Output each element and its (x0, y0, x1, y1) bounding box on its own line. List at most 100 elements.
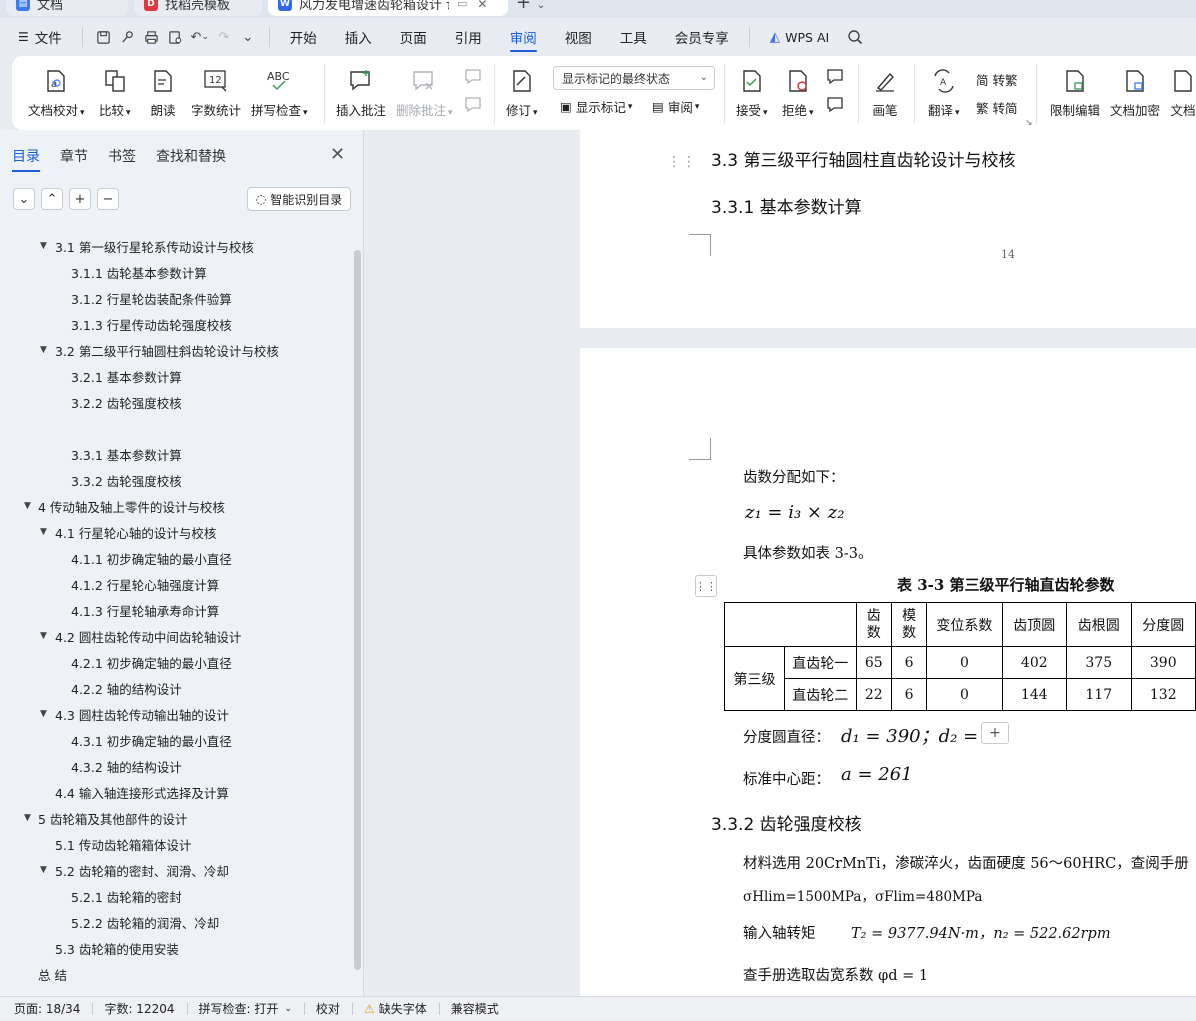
expand-up-button[interactable]: ⌃ (41, 188, 63, 210)
menu-review[interactable]: 审阅 (496, 18, 551, 56)
toc-item[interactable]: 3.2.2 齿轮强度校核 (0, 389, 352, 415)
toc-item[interactable]: ▼ 4 传动轴及轴上零件的设计与校核 (0, 493, 352, 519)
add-heading-button[interactable]: + (69, 188, 91, 210)
more-chevron-icon[interactable]: ⌄ (239, 28, 257, 46)
toc-item[interactable]: ▼ 4.1 行星轮心轴的设计与校核 (0, 519, 352, 545)
toc-item[interactable]: 4.2.1 初步确定轴的最小直径 (0, 649, 352, 675)
new-tab-button[interactable]: + ⌄ (516, 0, 545, 13)
track-changes-button[interactable]: 修订 ▾ (506, 66, 538, 119)
toc-item[interactable]: 5.2.2 齿轮箱的润滑、冷却 (0, 909, 352, 935)
tab-toc[interactable]: 目录 (12, 146, 40, 172)
read-aloud-button[interactable]: 朗读 (150, 66, 176, 119)
expand-triangle-icon[interactable]: ▼ (40, 345, 47, 355)
proof-indicator[interactable]: 校对 (303, 997, 352, 1021)
print-preview-icon[interactable] (167, 28, 185, 46)
drag-handle-icon[interactable]: ⋮⋮ (667, 154, 697, 170)
menu-page[interactable]: 页面 (386, 18, 441, 56)
toc-item[interactable]: ▼ 3.2 第二级平行轴圆柱斜齿轮设计与校核 (0, 337, 352, 363)
page-indicator[interactable]: 页面: 18/34 (0, 997, 92, 1021)
tab-chapters[interactable]: 章节 (60, 146, 88, 166)
word-count-button[interactable]: 12 字数统计 (191, 66, 241, 119)
tab-bookmarks[interactable]: 书签 (108, 146, 136, 166)
review-pane-button[interactable]: ▤ 审阅 ▾ (652, 97, 699, 116)
save-icon[interactable] (95, 28, 113, 46)
toc-item[interactable]: ▼ 5.2 齿轮箱的密封、润滑、冷却 (0, 857, 352, 883)
expand-triangle-icon[interactable]: ▼ (24, 501, 31, 511)
close-icon[interactable]: ✕ (330, 144, 345, 165)
menu-tools[interactable]: 工具 (606, 18, 661, 56)
toc-item[interactable]: 4.1.3 行星轮轴承寿命计算 (0, 597, 352, 623)
toc-item[interactable]: 3.1.3 行星传动齿轮强度校核 (0, 311, 352, 337)
smart-toc-button[interactable]: ◌ 智能识别目录 (247, 187, 351, 211)
expand-triangle-icon[interactable]: ▼ (24, 813, 31, 823)
missing-font-indicator[interactable]: ⚠ 缺失字体 (351, 997, 439, 1021)
accept-button[interactable]: 接受 ▾ (736, 66, 768, 119)
remove-heading-button[interactable]: − (97, 188, 119, 210)
toc-item[interactable]: ▼ 4.3 圆柱齿轮传动输出轴的设计 (0, 701, 352, 727)
dialog-launcher-icon[interactable]: ↘ (1025, 118, 1033, 128)
toc-item[interactable]: 4.2.2 轴的结构设计 (0, 675, 352, 701)
to-simplified-button[interactable]: 繁 转简 (976, 98, 1017, 117)
next-change-icon[interactable] (826, 96, 846, 114)
compat-mode-indicator[interactable]: 兼容模式 (438, 997, 511, 1021)
delete-comment-button[interactable]: 删除批注 ▾ (396, 66, 453, 119)
prev-comment-icon[interactable] (464, 68, 484, 86)
insert-comment-button[interactable]: 插入批注 (336, 66, 386, 119)
add-row-button[interactable]: + (981, 722, 1009, 744)
toc-item[interactable]: 总 结 (0, 961, 352, 987)
toc-item[interactable]: 4.3.2 轴的结构设计 (0, 753, 352, 779)
compare-button[interactable]: 比较 ▾ (99, 66, 131, 119)
toc-item[interactable]: 3.3.1 基本参数计算 (0, 441, 352, 467)
redo-icon[interactable]: ↷ (215, 28, 233, 46)
encrypt-button[interactable]: 文档加密 (1110, 66, 1160, 119)
file-menu[interactable]: ☰ 文件 (0, 18, 76, 56)
toc-item[interactable]: ▼ 5 齿轮箱及其他部件的设计 (0, 805, 352, 831)
show-markup-button[interactable]: ▣ 显示标记 ▾ (560, 97, 632, 116)
undo-icon[interactable]: ↶ ⌄ (191, 28, 209, 46)
toc-item[interactable]: 3.2.1 基本参数计算 (0, 363, 352, 389)
proofread-button[interactable]: a 文档校对 ▾ (28, 66, 85, 119)
close-tab-icon[interactable]: ✕ (477, 0, 487, 11)
restrict-edit-button[interactable]: 限制编辑 (1050, 66, 1100, 119)
next-comment-icon[interactable] (464, 96, 484, 114)
tab-find-replace[interactable]: 查找和替换 (156, 146, 226, 166)
spell-check-indicator[interactable]: 拼写检查: 打开 ⌄ (186, 997, 304, 1021)
spell-check-button[interactable]: ABC 拼写检查 ▾ (251, 66, 308, 119)
menu-member[interactable]: 会员专享 (661, 18, 743, 56)
reject-button[interactable]: 拒绝 ▾ (782, 66, 814, 119)
table-handle-icon[interactable]: ⋮⋮ (695, 575, 717, 597)
expand-triangle-icon[interactable]: ▼ (40, 631, 47, 641)
expand-triangle-icon[interactable]: ▼ (40, 527, 47, 537)
to-traditional-button[interactable]: 简 转繁 (976, 70, 1017, 89)
share-icon[interactable] (119, 28, 137, 46)
toc-item[interactable]: 5.3 齿轮箱的使用安装 (0, 935, 352, 961)
expand-triangle-icon[interactable]: ▼ (40, 241, 47, 251)
toc-item[interactable]: 3.1.1 齿轮基本参数计算 (0, 259, 352, 285)
pen-button[interactable]: 画笔 (872, 66, 898, 119)
window-icon[interactable]: ▭ (457, 0, 467, 10)
collapse-all-button[interactable]: ⌄ (13, 188, 35, 210)
print-icon[interactable] (143, 28, 161, 46)
menu-home[interactable]: 开始 (276, 18, 331, 56)
toc-item[interactable]: 4.4 输入轴连接形式选择及计算 (0, 779, 352, 805)
toc-item[interactable]: 3.3.2 齿轮强度校核 (0, 467, 352, 493)
word-count-indicator[interactable]: 字数: 12204 (92, 997, 186, 1021)
toc-item[interactable]: ▼ 3.1 第一级行星轮系传动设计与校核 (0, 233, 352, 259)
toc-item[interactable]: 5.1 传动齿轮箱箱体设计 (0, 831, 352, 857)
toc-item[interactable]: 4.1.2 行星轮心轴强度计算 (0, 571, 352, 597)
toc-item[interactable]: ▼ 4.2 圆柱齿轮传动中间齿轮轴设计 (0, 623, 352, 649)
markup-state-select[interactable]: 显示标记的最终状态 ⌄ (553, 66, 715, 90)
menu-references[interactable]: 引用 (441, 18, 496, 56)
search-icon[interactable] (843, 18, 867, 56)
tab-templates[interactable]: D 找稻壳模板 (134, 0, 262, 16)
toc-scrollbar[interactable] (354, 250, 361, 970)
tab-current-document[interactable]: W 风力发电增速齿轮箱设计 说明 ▭ ✕ (268, 0, 508, 16)
menu-view[interactable]: 视图 (551, 18, 606, 56)
tab-documents[interactable]: ▤ 文档 (6, 0, 128, 16)
wps-ai-button[interactable]: ◭ WPS AI (756, 18, 843, 56)
toc-item[interactable]: 5.2.1 齿轮箱的密封 (0, 883, 352, 909)
doc-more-button[interactable]: 文档 (1170, 66, 1196, 119)
toc-item[interactable]: 4.3.1 初步确定轴的最小直径 (0, 727, 352, 753)
expand-triangle-icon[interactable]: ▼ (40, 709, 47, 719)
toc-item[interactable]: 4.1.1 初步确定轴的最小直径 (0, 545, 352, 571)
